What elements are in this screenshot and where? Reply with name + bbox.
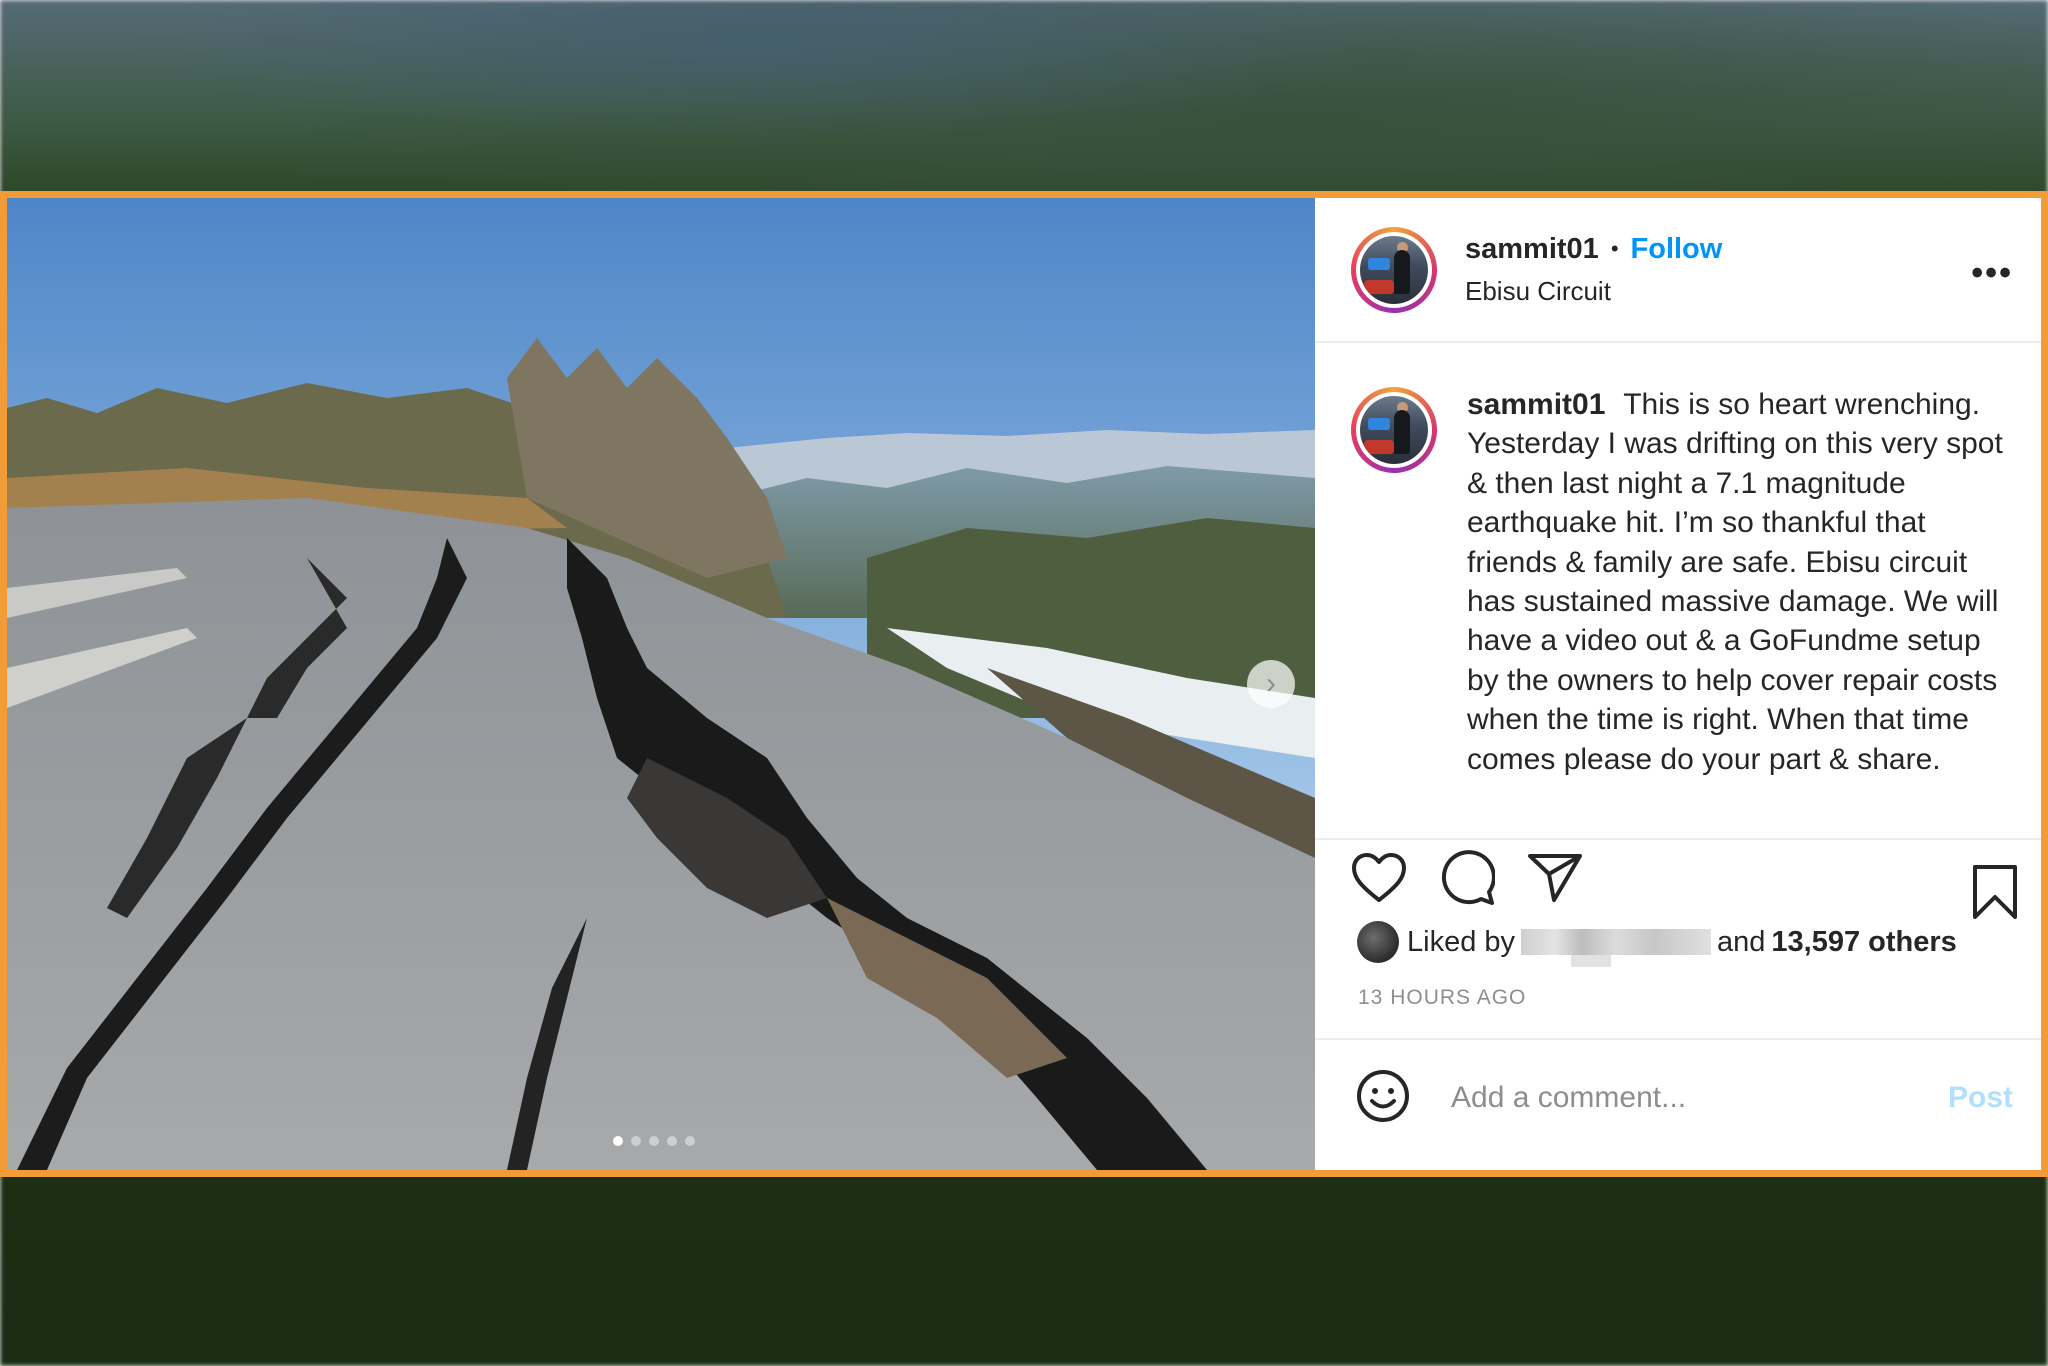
instagram-post-frame: › sammit01 • Follow Ebisu Circuit ••• sa… [0, 191, 2048, 1177]
likes-summary: Liked by and 13,597 others [1315, 916, 2041, 968]
post-comment-button[interactable]: Post [1948, 1081, 2013, 1115]
avatar-detail [1364, 440, 1394, 454]
chevron-right-icon: › [1266, 667, 1276, 700]
location-link[interactable]: Ebisu Circuit [1465, 276, 1722, 307]
caption-area: sammit01 This is so heart wrenching. Yes… [1315, 343, 2041, 840]
caption-avatar[interactable] [1351, 387, 1437, 473]
post-header: sammit01 • Follow Ebisu Circuit ••• [1315, 198, 2041, 343]
carousel-dot [667, 1136, 677, 1146]
carousel-indicator [613, 1136, 695, 1146]
next-photo-button[interactable]: › [1247, 660, 1295, 708]
likes-count-link[interactable]: 13,597 others [1771, 926, 1956, 959]
avatar-detail [1394, 410, 1410, 454]
avatar-image [1360, 235, 1428, 304]
avatar-detail [1368, 257, 1390, 270]
username-link[interactable]: sammit01 [1465, 233, 1599, 266]
header-text: sammit01 • Follow Ebisu Circuit [1465, 233, 1722, 307]
carousel-dot [631, 1136, 641, 1146]
follow-button[interactable]: Follow [1631, 233, 1723, 266]
liker-avatar[interactable] [1357, 921, 1399, 963]
avatar-detail [1394, 249, 1410, 294]
post-timestamp[interactable]: 13 HOURS AGO [1315, 986, 2041, 1040]
caption-username[interactable]: sammit01 [1467, 388, 1605, 421]
avatar-detail [1364, 279, 1394, 294]
post-caption: sammit01 This is so heart wrenching. Yes… [1467, 385, 2017, 838]
liked-by-prefix: Liked by [1407, 925, 1516, 958]
post-side-panel: sammit01 • Follow Ebisu Circuit ••• samm… [1315, 198, 2041, 1170]
redacted-username [1521, 929, 1712, 967]
user-line: sammit01 • Follow [1465, 233, 1722, 266]
comment-bubble-icon[interactable] [1439, 850, 1495, 906]
more-options-icon[interactable]: ••• [1971, 256, 2013, 290]
carousel-dot [613, 1136, 623, 1146]
action-bar [1315, 840, 2041, 919]
cracked-road-photo [7, 198, 1315, 1170]
carousel-dot [685, 1136, 695, 1146]
avatar-frame [1356, 231, 1432, 308]
avatar-frame [1356, 392, 1432, 468]
avatar-detail [1368, 418, 1390, 430]
smiley-icon[interactable] [1355, 1068, 1411, 1129]
avatar[interactable] [1351, 226, 1437, 313]
post-photo: › [7, 198, 1315, 1170]
avatar-image [1360, 396, 1428, 464]
paper-plane-icon[interactable] [1527, 852, 1583, 904]
comment-input[interactable] [1449, 1080, 1913, 1116]
caption-text: This is so heart wrenching. Yesterday I … [1467, 388, 2003, 776]
liked-by-suffix: and [1717, 925, 1766, 958]
separator-dot: • [1610, 236, 1619, 261]
carousel-dot [649, 1136, 659, 1146]
heart-icon[interactable] [1351, 852, 1407, 904]
bookmark-icon[interactable] [1971, 864, 2019, 920]
comment-bar: Post [1315, 1040, 2041, 1156]
